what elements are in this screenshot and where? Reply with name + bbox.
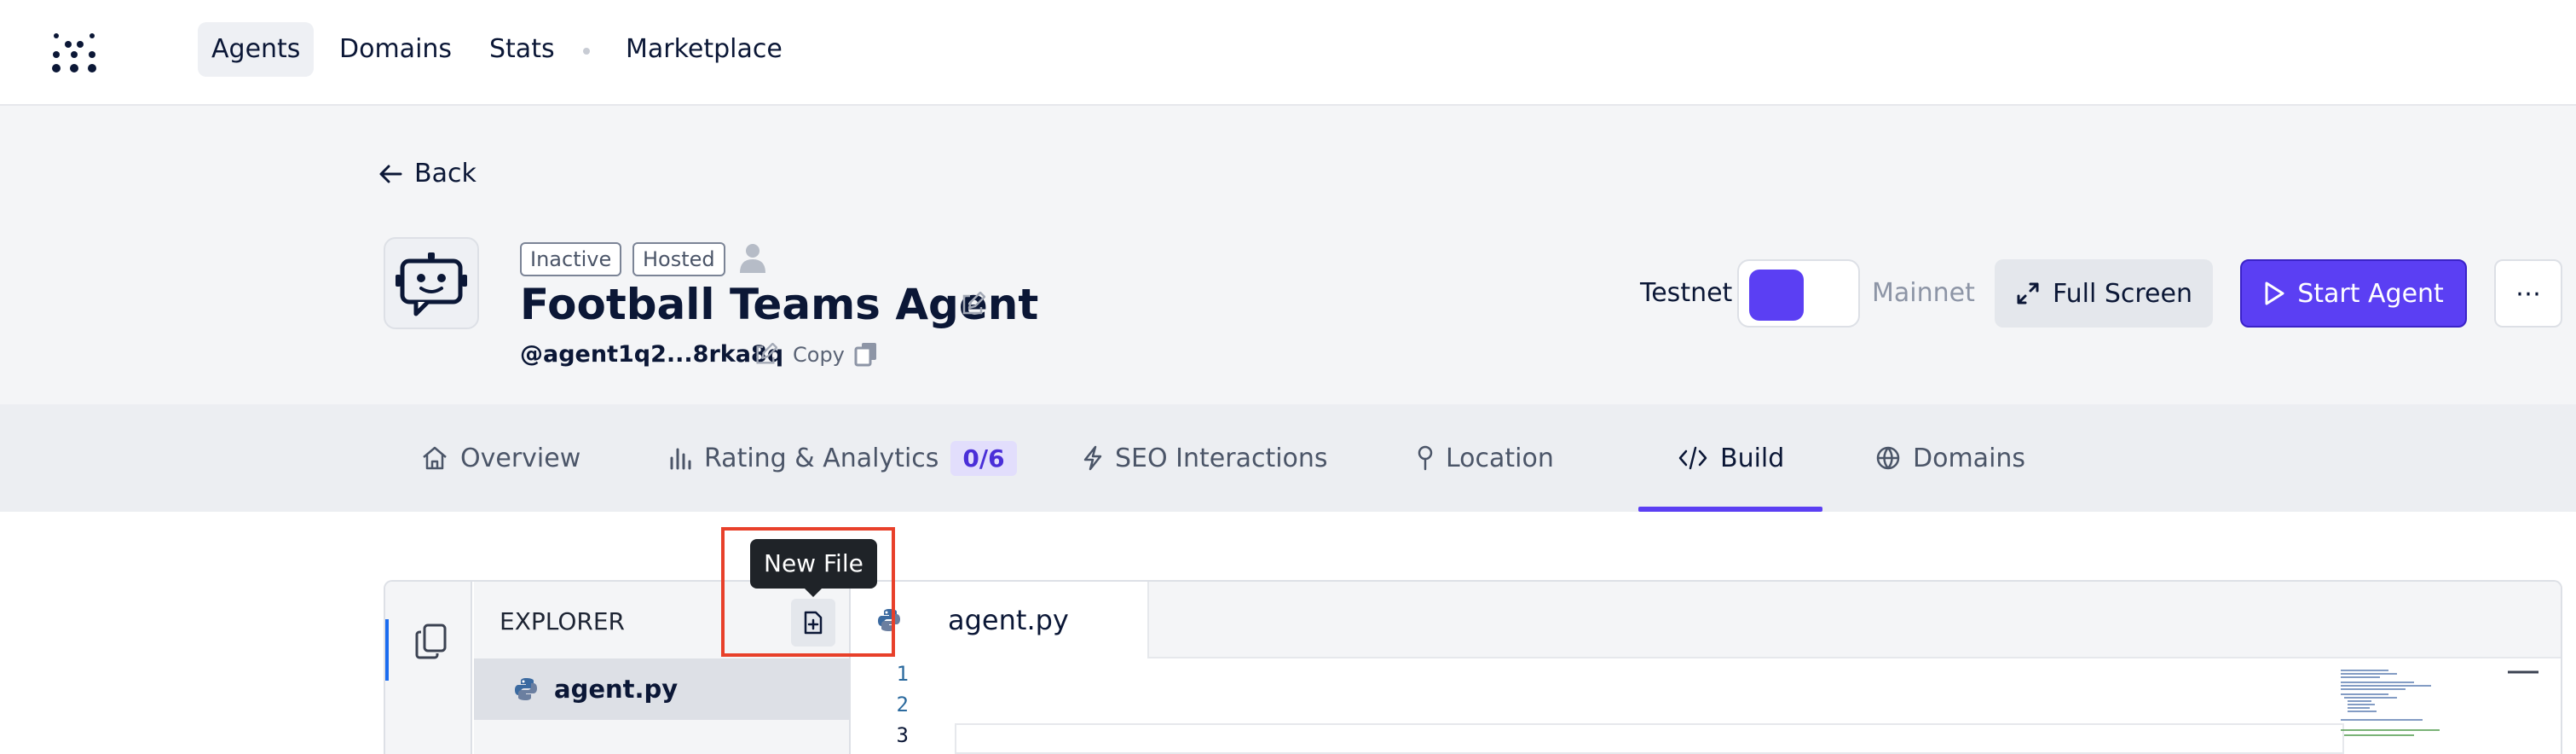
mainnet-label: Mainnet (1872, 278, 1975, 308)
back-link[interactable]: Back (378, 159, 477, 188)
edit-name-icon[interactable] (960, 292, 985, 317)
editor-tab-agent-py[interactable]: agent.py (851, 582, 1149, 658)
annotation-highlight-box (721, 527, 895, 657)
tab-overview[interactable]: Overview (421, 404, 580, 512)
activity-active-marker (385, 619, 389, 681)
robot-icon (396, 252, 467, 316)
back-label: Back (414, 159, 477, 188)
nav-stats[interactable]: Stats (476, 22, 569, 77)
app-logo[interactable] (51, 31, 97, 73)
start-agent-button[interactable]: Start Agent (2240, 259, 2467, 328)
arrow-left-icon (379, 165, 402, 183)
code-minimap[interactable] (2337, 667, 2542, 754)
tab-label: SEO Interactions (1115, 443, 1328, 473)
line-number: 2 (896, 693, 909, 716)
tab-label: Rating & Analytics (704, 443, 939, 473)
line-number: 1 (896, 662, 909, 686)
edit-address-icon[interactable] (754, 343, 777, 367)
pin-icon (1418, 445, 1433, 471)
tab-location[interactable]: Location (1417, 404, 1554, 512)
code-editor: EXPLORER agent.py agent.py 1 2 3 (384, 580, 2562, 754)
testnet-label: Testnet (1640, 278, 1733, 308)
tab-label: Build (1720, 443, 1785, 473)
status-badge-inactive: Inactive (520, 242, 622, 276)
full-screen-button[interactable]: Full Screen (1995, 259, 2213, 328)
current-line-highlight[interactable] (955, 723, 2344, 754)
more-options-button[interactable]: ⋯ (2494, 259, 2562, 328)
home-icon (423, 446, 447, 470)
nav-separator-dot (583, 48, 590, 55)
tab-label: Location (1446, 443, 1554, 473)
explorer-title: EXPLORER (500, 607, 625, 635)
status-badge-hosted: Hosted (632, 242, 725, 276)
user-icon (740, 244, 765, 273)
file-item-agent-py[interactable]: agent.py (474, 658, 849, 720)
network-toggle[interactable] (1737, 259, 1860, 328)
nav-domains[interactable]: Domains (326, 22, 465, 77)
tab-build[interactable]: Build (1678, 404, 1784, 512)
editor-tab-bar: agent.py (851, 582, 2561, 658)
agent-address: @agent1q2...8rka8q (520, 341, 784, 368)
editor-tab-label: agent.py (948, 604, 1069, 636)
tab-rating-analytics[interactable]: Rating & Analytics 0/6 (668, 404, 1017, 512)
play-icon (2265, 281, 2284, 305)
files-icon[interactable] (414, 623, 448, 660)
start-agent-label: Start Agent (2297, 278, 2444, 309)
agent-tabs: Overview Rating & Analytics 0/6 SEO Inte… (0, 404, 2576, 512)
copy-icon[interactable] (854, 341, 878, 367)
line-numbers: 1 2 3 (851, 658, 919, 754)
agent-avatar (384, 237, 479, 329)
copy-address-button[interactable]: Copy (793, 343, 845, 367)
analytics-count-badge: 0/6 (950, 440, 1017, 476)
code-icon (1678, 446, 1707, 470)
full-screen-label: Full Screen (2053, 278, 2192, 309)
nav-marketplace[interactable]: Marketplace (612, 22, 796, 77)
line-number: 3 (896, 723, 909, 747)
bar-chart-icon (670, 448, 691, 470)
toggle-knob (1749, 270, 1804, 321)
tab-domains[interactable]: Domains (1875, 404, 2025, 512)
file-name: agent.py (554, 675, 679, 704)
top-navbar: Agents Domains Stats Marketplace (0, 0, 2576, 106)
tab-label: Overview (460, 443, 581, 473)
python-icon (515, 678, 537, 700)
more-icon: ⋯ (2515, 278, 2541, 309)
tab-seo-interactions[interactable]: SEO Interactions (1083, 404, 1328, 512)
bolt-icon (1083, 445, 1102, 471)
expand-icon (2017, 282, 2039, 304)
tab-label: Domains (1913, 443, 2026, 473)
nav-agents[interactable]: Agents (198, 22, 315, 77)
activity-bar (385, 582, 472, 754)
globe-icon (1876, 446, 1900, 470)
